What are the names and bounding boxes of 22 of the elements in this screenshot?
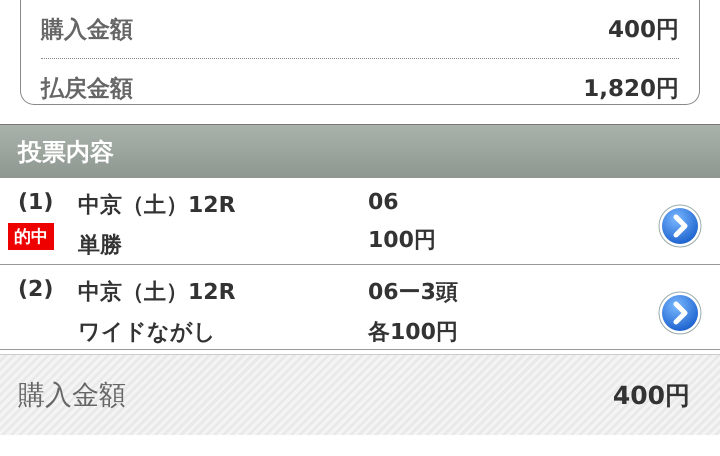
section-title: 投票内容	[18, 136, 114, 168]
bet-row[interactable]: (2) 中京（土）12R ワイドながし 06ー3頭 各100円	[0, 265, 720, 350]
bet-number: (2)	[17, 277, 54, 302]
bet-amount: 各100円	[368, 319, 459, 347]
bet-selection: 06	[368, 190, 400, 215]
summary-value: 1,820円	[583, 74, 679, 104]
bet-number: (1)	[17, 190, 54, 215]
chevron-right-icon[interactable]	[658, 291, 702, 335]
total-value: 400円	[612, 380, 690, 412]
bet-selection: 06ー3頭	[368, 279, 459, 307]
bet-amount: 100円	[368, 227, 437, 255]
chevron-right-icon[interactable]	[658, 204, 702, 248]
bet-row[interactable]: (1) 的中 中京（土）12R 単勝 06 100円	[0, 178, 720, 265]
race-name: 中京（土）12R	[78, 279, 237, 307]
bet-type: ワイドながし	[78, 319, 217, 347]
total-label: 購入金額	[18, 379, 126, 413]
summary-value: 400円	[608, 16, 679, 44]
hit-badge: 的中	[8, 223, 54, 250]
summary-label: 払戻金額	[41, 74, 133, 104]
bet-type: 単勝	[78, 232, 123, 260]
race-name: 中京（土）12R	[78, 192, 237, 220]
summary-label: 購入金額	[41, 16, 133, 44]
